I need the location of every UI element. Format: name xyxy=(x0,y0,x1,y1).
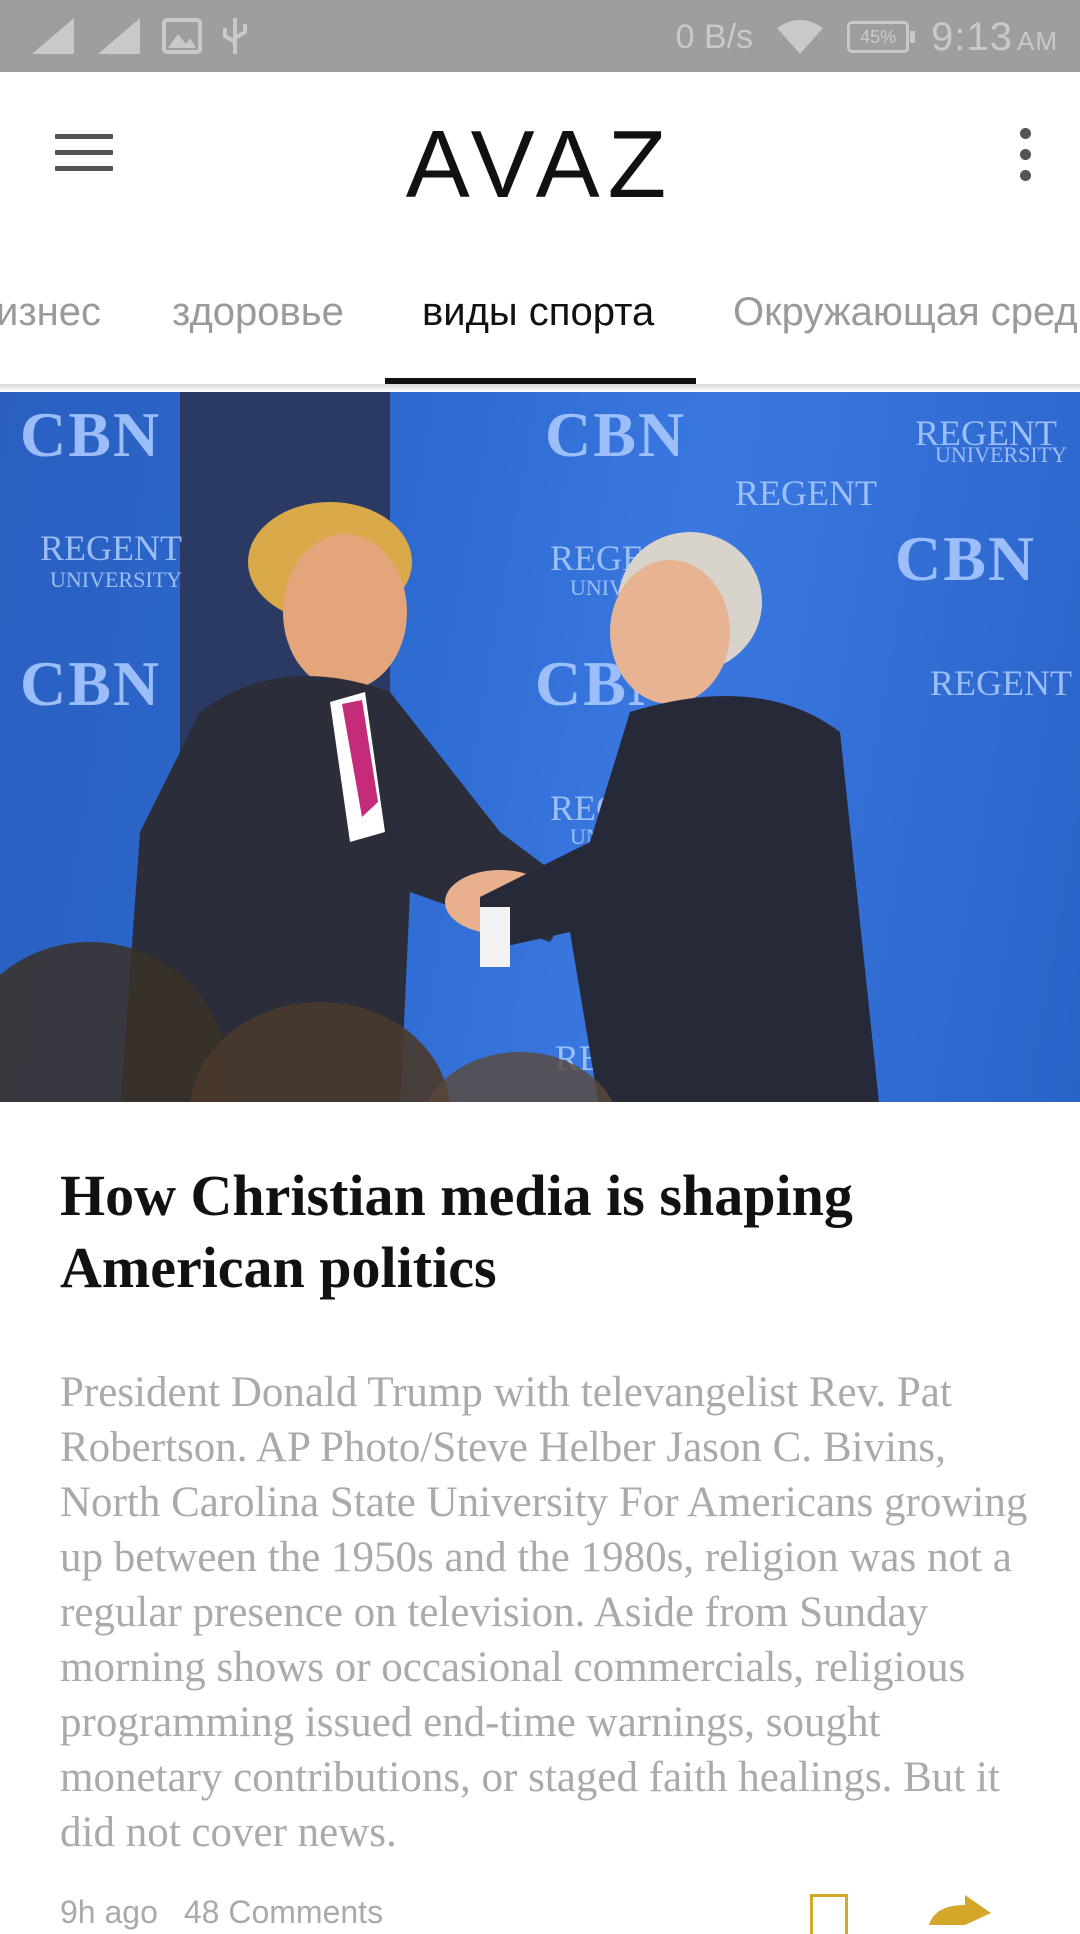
category-tabs: изнес здоровье виды спорта Окружающая ср… xyxy=(0,242,1080,384)
backdrop-logo-text: UNIVERSITY xyxy=(935,442,1067,467)
network-speed: 0 B/s xyxy=(675,17,754,56)
wifi-icon xyxy=(777,20,824,54)
clock-time: 9:13 xyxy=(931,14,1013,59)
tab-environment[interactable]: Окружающая сред xyxy=(733,290,1078,335)
tab-business[interactable]: изнес xyxy=(0,290,101,335)
article-hero-image[interactable]: CBN CBN CBN CBN CBN REGENT REGENT REGENT… xyxy=(0,392,1080,1102)
status-icons-right: 0 B/s 45% 9:13 AM xyxy=(676,10,1058,64)
battery-level: 45% xyxy=(860,27,897,47)
share-icon[interactable] xyxy=(925,1895,995,1925)
article-meta: 9h ago 48 Comments xyxy=(60,1894,383,1931)
clock: 9:13 AM xyxy=(931,15,1058,60)
app-logo: AVAZ xyxy=(405,111,675,218)
tabs-shadow xyxy=(0,384,1080,392)
status-icons-left xyxy=(30,14,250,58)
app-bar: AVAZ xyxy=(0,72,1080,242)
image-notification-icon xyxy=(162,18,202,54)
tab-health[interactable]: здоровье xyxy=(172,290,344,335)
usb-icon xyxy=(223,18,247,54)
backdrop-logo-text: CBN xyxy=(20,399,162,470)
clock-ampm: AM xyxy=(1017,25,1058,56)
article-age: 9h ago xyxy=(60,1894,158,1930)
backdrop-logo-text: CBN xyxy=(545,399,687,470)
article-summary: President Donald Trump with televangelis… xyxy=(60,1369,1028,1856)
signal-sim2-icon xyxy=(98,18,140,54)
backdrop-logo-text: REGENT xyxy=(735,473,877,513)
tab-sports[interactable]: виды спорта xyxy=(422,290,654,335)
bookmark-icon[interactable] xyxy=(810,1894,848,1934)
more-options-icon[interactable] xyxy=(1016,128,1034,188)
article-headline[interactable]: How Christian media is shaping American … xyxy=(60,1160,1020,1304)
status-bar: 0 B/s 45% 9:13 AM xyxy=(0,0,1080,72)
signal-sim1-icon xyxy=(32,18,74,54)
battery-icon: 45% xyxy=(847,21,916,53)
audience-heads xyxy=(0,942,613,1102)
comments-link[interactable]: 48 Comments xyxy=(184,1894,383,1930)
